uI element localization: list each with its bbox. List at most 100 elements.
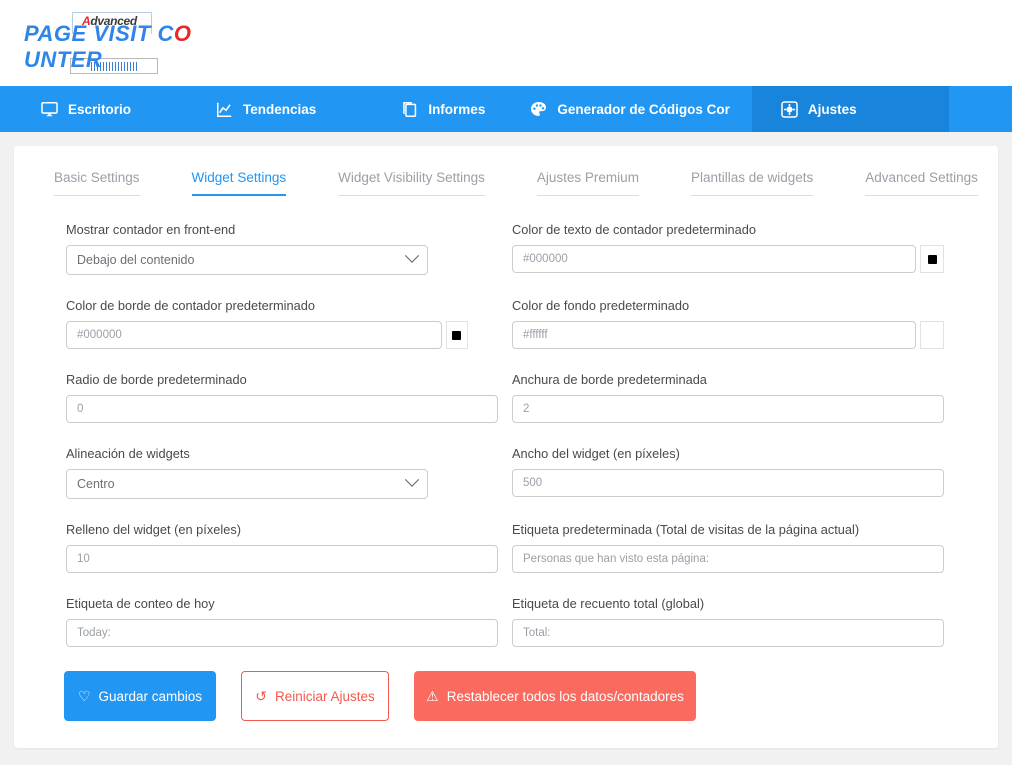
field-show-counter: Mostrar contador en front-end Debajo del…: [66, 222, 468, 275]
field-background-color: Color de fondo predeterminado #ffffff: [512, 298, 958, 349]
chevron-down-icon: [404, 472, 420, 487]
label-border-radius: Radio de borde predeterminado: [66, 372, 247, 387]
field-border-color: Color de borde de contador predeterminad…: [66, 298, 468, 349]
swatch-button-background-color[interactable]: [920, 321, 944, 349]
input-default-label[interactable]: Personas que han visto esta página:: [512, 545, 944, 573]
form-row-2: Color de borde de contador predeterminad…: [66, 298, 958, 372]
label-widget-width: Ancho del widget (en píxeles): [512, 446, 680, 461]
form-row-5: Relleno del widget (en píxeles) 10 Etiqu…: [66, 522, 958, 596]
chevron-down-icon: [404, 248, 420, 263]
nav-label-escritorio: Escritorio: [68, 101, 132, 117]
color-group-border-color: #000000: [66, 321, 468, 349]
form-col-left-6: Etiqueta de conteo de hoy Today:: [66, 596, 512, 670]
input-text-color[interactable]: #000000: [512, 245, 916, 273]
monitor-icon: [40, 100, 59, 119]
label-text-color: Color de texto de contador predeterminad…: [512, 222, 757, 237]
settings-subtabs: Basic Settings Widget Settings Widget Vi…: [14, 146, 998, 196]
swatch-button-border-color[interactable]: [445, 321, 468, 349]
input-widget-width[interactable]: 500: [512, 469, 944, 497]
nav-item-informes[interactable]: Informes: [338, 86, 507, 132]
nav-label-ajustes: Ajustes: [807, 101, 857, 117]
subtab-basic-settings[interactable]: Basic Settings: [54, 170, 140, 196]
app-logo: Advanced PAGE VISIT COUNTER: [24, 12, 224, 74]
logo-header: Advanced PAGE VISIT COUNTER: [0, 0, 1012, 86]
form-col-left-1: Mostrar contador en front-end Debajo del…: [66, 222, 512, 298]
color-group-text-color: #000000: [512, 245, 958, 273]
label-total-label: Etiqueta de recuento total (global): [512, 596, 705, 611]
label-today-label: Etiqueta de conteo de hoy: [66, 596, 215, 611]
input-border-radius[interactable]: 0: [66, 395, 498, 423]
label-widget-alignment: Alineación de widgets: [66, 446, 190, 461]
nav-item-ajustes[interactable]: Ajustes: [751, 86, 949, 132]
form-actions: ♡ Guardar cambios ↺ Reiniciar Ajustes ⚠ …: [64, 671, 696, 721]
field-widget-width: Ancho del widget (en píxeles) 500: [512, 446, 958, 497]
nav-label-generador-codigos: Generador de Códigos Cor: [557, 101, 730, 117]
nav-item-escritorio[interactable]: Escritorio: [0, 86, 153, 132]
main-navigation: Escritorio Tendencias Informes Generador…: [0, 86, 1012, 132]
warning-icon: ⚠: [426, 688, 439, 704]
nav-label-tendencias: Tendencias: [243, 101, 317, 117]
logo-title-o: O: [173, 21, 192, 46]
label-background-color: Color de fondo predeterminado: [512, 298, 690, 313]
nav-item-generador-codigos[interactable]: Generador de Códigos Cor: [507, 86, 752, 132]
input-total-label[interactable]: Total:: [512, 619, 944, 647]
form-col-right-6: Etiqueta de recuento total (global) Tota…: [512, 596, 958, 670]
subtab-widget-settings[interactable]: Widget Settings: [191, 170, 287, 196]
nav-item-tendencias[interactable]: Tendencias: [153, 86, 338, 132]
select-show-counter-value: Debajo del contenido: [77, 253, 195, 267]
nav-label-informes: Informes: [428, 101, 486, 117]
select-show-counter[interactable]: Debajo del contenido: [66, 245, 428, 275]
form-row-3: Radio de borde predeterminado 0 Anchura …: [66, 372, 958, 446]
logo-title-p3: UNTER: [24, 47, 103, 72]
input-border-width[interactable]: 2: [512, 395, 944, 423]
widget-settings-form: Mostrar contador en front-end Debajo del…: [14, 222, 998, 670]
select-widget-alignment[interactable]: Centro: [66, 469, 428, 499]
label-widget-padding: Relleno del widget (en píxeles): [66, 522, 241, 537]
field-border-width: Anchura de borde predeterminada 2: [512, 372, 958, 423]
save-button[interactable]: ♡ Guardar cambios: [64, 671, 216, 721]
label-border-width: Anchura de borde predeterminada: [512, 372, 707, 387]
form-col-left-5: Relleno del widget (en píxeles) 10: [66, 522, 512, 596]
form-row-6: Etiqueta de conteo de hoy Today: Etiquet…: [66, 596, 958, 670]
reset-settings-button[interactable]: ↺ Reiniciar Ajustes: [241, 671, 389, 721]
input-border-color[interactable]: #000000: [66, 321, 442, 349]
form-row-1: Mostrar contador en front-end Debajo del…: [66, 222, 958, 298]
form-row-4: Alineación de widgets Centro Ancho del w…: [66, 446, 958, 522]
form-col-right-3: Anchura de borde predeterminada 2: [512, 372, 958, 446]
label-border-color: Color de borde de contador predeterminad…: [66, 298, 315, 313]
subtab-widget-visibility-settings[interactable]: Widget Visibility Settings: [338, 170, 485, 196]
logo-advanced-rest: dvanced: [90, 14, 137, 28]
logo-main-text: PAGE VISIT COUNTER: [24, 21, 224, 73]
subtab-ajustes-premium[interactable]: Ajustes Premium: [536, 170, 639, 196]
gear-square-icon: [780, 100, 799, 119]
refresh-icon: ↺: [255, 688, 267, 704]
reset-all-data-button-label: Restablecer todos los datos/contadores: [446, 688, 684, 704]
settings-card: Basic Settings Widget Settings Widget Vi…: [14, 146, 998, 748]
input-background-color[interactable]: #ffffff: [512, 321, 916, 349]
form-col-right-2: Color de fondo predeterminado #ffffff: [512, 298, 958, 372]
field-border-radius: Radio de borde predeterminado 0: [66, 372, 498, 423]
label-default-label: Etiqueta predeterminada (Total de visita…: [512, 522, 860, 537]
field-total-label: Etiqueta de recuento total (global) Tota…: [512, 596, 958, 647]
subtab-plantillas-de-widgets[interactable]: Plantillas de widgets: [690, 170, 814, 196]
field-widget-alignment: Alineación de widgets Centro: [66, 446, 468, 499]
form-col-left-3: Radio de borde predeterminado 0: [66, 372, 512, 446]
color-swatch-background-color: [927, 330, 937, 340]
reset-settings-button-label: Reiniciar Ajustes: [274, 688, 375, 704]
color-swatch-border-color: [452, 330, 462, 340]
form-col-right-4: Ancho del widget (en píxeles) 500: [512, 446, 958, 522]
color-swatch-text-color: [927, 254, 937, 264]
form-col-right-5: Etiqueta predeterminada (Total de visita…: [512, 522, 958, 596]
input-widget-padding[interactable]: 10: [66, 545, 498, 573]
color-group-background-color: #ffffff: [512, 321, 958, 349]
subtab-advanced-settings[interactable]: Advanced Settings: [865, 170, 978, 196]
field-today-label: Etiqueta de conteo de hoy Today:: [66, 596, 498, 647]
form-col-left-4: Alineación de widgets Centro: [66, 446, 512, 522]
form-col-right-1: Color de texto de contador predeterminad…: [512, 222, 958, 298]
reset-all-data-button[interactable]: ⚠ Restablecer todos los datos/contadores: [414, 671, 696, 721]
palette-icon: [529, 100, 548, 119]
heart-icon: ♡: [77, 688, 91, 704]
field-text-color: Color de texto de contador predeterminad…: [512, 222, 958, 273]
input-today-label[interactable]: Today:: [66, 619, 498, 647]
swatch-button-text-color[interactable]: [920, 245, 944, 273]
